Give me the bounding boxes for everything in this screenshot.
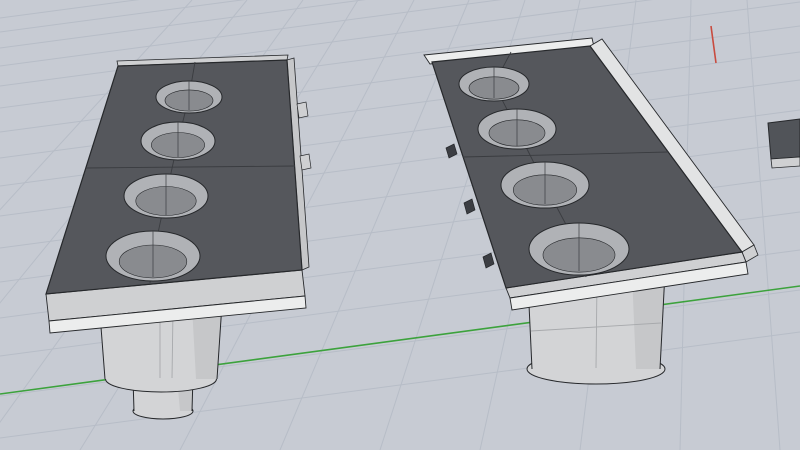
right-hole-1 (458, 66, 530, 102)
left-plate-tab-2 (299, 153, 312, 171)
left-hole-3 (123, 173, 209, 219)
edge-object[interactable] (767, 118, 800, 169)
right-hole-4 (528, 222, 630, 276)
left-hole-4 (105, 230, 201, 282)
right-hole-3 (500, 161, 590, 209)
left-plate-tab-1 (296, 101, 309, 119)
left-hole-1 (155, 80, 223, 114)
viewport[interactable] (0, 0, 800, 450)
edge-object-side (770, 156, 800, 169)
viewport-canvas[interactable] (0, 0, 800, 450)
left-hole-2 (140, 121, 216, 161)
edge-object-face (767, 118, 800, 160)
right-hole-2 (477, 108, 557, 150)
